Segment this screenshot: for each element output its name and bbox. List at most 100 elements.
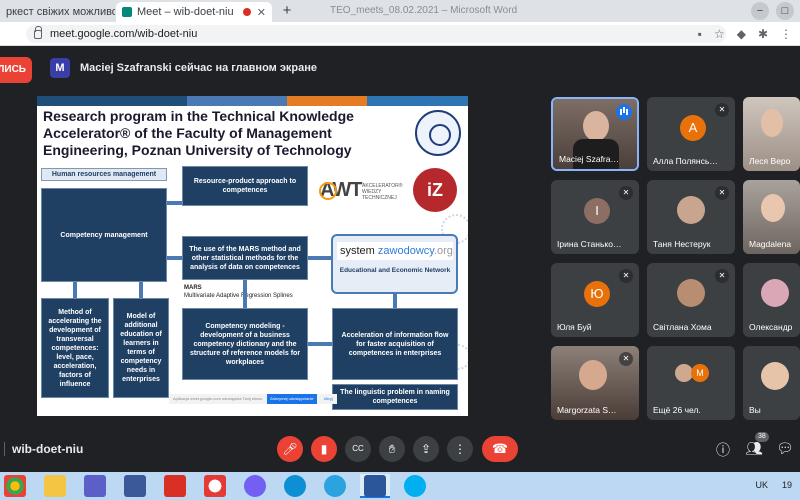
telegram-app-icon[interactable] bbox=[324, 475, 346, 497]
participant-face bbox=[761, 109, 783, 137]
browser-tab-inactive[interactable]: ркест свіжих можливостей ✕ bbox=[0, 2, 115, 22]
mic-muted-icon: ✕ bbox=[619, 352, 633, 366]
extensions-puzzle-icon[interactable]: ✱ bbox=[758, 27, 768, 41]
participant-photo bbox=[761, 362, 789, 390]
more-options-button[interactable]: ⋮ bbox=[447, 436, 473, 462]
participant-tile[interactable]: Ю ✕ Юля Буй bbox=[551, 263, 639, 337]
browser-tab-active[interactable]: Meet – wib-doet-niu ✕ bbox=[116, 2, 272, 22]
meet-favicon-icon bbox=[122, 7, 132, 17]
leave-call-button[interactable]: ☎︎ bbox=[482, 436, 518, 462]
menu-icon[interactable]: ⋮ bbox=[780, 27, 792, 41]
extension-icon[interactable]: ◆ bbox=[737, 27, 746, 41]
new-tab-button[interactable]: + bbox=[278, 3, 296, 21]
participant-tile[interactable]: Magdalena bbox=[743, 180, 800, 254]
participant-avatar: A bbox=[680, 115, 706, 141]
close-tab-icon[interactable]: ✕ bbox=[257, 6, 266, 19]
screen-share-notice: Aplikacja meet.google.com udostępnia Twó… bbox=[169, 394, 337, 404]
url-field[interactable]: meet.google.com/wib-doet-niu bbox=[26, 25, 726, 43]
participant-tile[interactable]: І ✕ Ірина Станько… bbox=[551, 180, 639, 254]
meeting-controls-bar: wib-doet-niu 🎤︎ ▮ CC ✋︎ ⇪ ⋮ ☎︎ ⓘ 👥︎ 38 💬… bbox=[0, 430, 800, 470]
sys-logo-b: zawodowcy bbox=[377, 245, 434, 257]
sys-logo-a: system bbox=[340, 245, 378, 257]
opera-app-icon[interactable] bbox=[204, 475, 226, 497]
minimize-button[interactable]: − bbox=[751, 2, 769, 20]
file-explorer-icon[interactable] bbox=[44, 475, 66, 497]
acrobat-app-icon[interactable] bbox=[164, 475, 186, 497]
mic-muted-icon: ✕ bbox=[715, 269, 729, 283]
presenting-banner: ЛИСЬ M Maciej Szafranski сейчас на главн… bbox=[0, 46, 800, 94]
address-bar-actions: ▪ ☆ ◆ ✱ ⋮ bbox=[698, 27, 792, 41]
box-linguistic-problem: The linguistic problem in naming compete… bbox=[332, 384, 458, 410]
arrow-connector bbox=[308, 342, 332, 346]
participant-name: Юля Буй bbox=[557, 322, 592, 332]
participant-tile[interactable]: Maciej Szafra… bbox=[551, 97, 639, 171]
slide-title: Research program in the Technical Knowle… bbox=[43, 108, 354, 158]
word-app-icon[interactable] bbox=[364, 475, 386, 497]
participant-face bbox=[761, 194, 785, 222]
camera-toggle-button[interactable]: ▮ bbox=[311, 436, 337, 462]
clock[interactable]: 19 bbox=[782, 480, 792, 490]
box-competency-management: Competency management bbox=[41, 188, 167, 282]
save-app-icon[interactable] bbox=[124, 475, 146, 497]
presenter-avatar: M bbox=[50, 58, 70, 78]
mail-app-icon[interactable] bbox=[84, 475, 106, 497]
system-zawodowcy-box: system zawodowcy.org Educational and Eco… bbox=[331, 234, 458, 294]
raise-hand-button[interactable]: ✋︎ bbox=[379, 436, 405, 462]
captions-button[interactable]: CC bbox=[345, 436, 371, 462]
info-icon[interactable]: ⓘ bbox=[716, 440, 730, 460]
stop-presenting-button[interactable]: ЛИСЬ bbox=[0, 57, 32, 83]
language-indicator[interactable]: UK bbox=[755, 480, 768, 490]
mars-label: MARS bbox=[184, 285, 202, 291]
iz-logo: iZ bbox=[413, 168, 457, 212]
arrow-connector bbox=[167, 256, 182, 260]
awt-logo: AWT AKCELERATOR® WIEDZY TECHNICZNEJ bbox=[318, 179, 405, 207]
awt-mark: AWT bbox=[318, 179, 362, 201]
camera-icon[interactable]: ▪ bbox=[698, 27, 702, 41]
slide-color-bar bbox=[37, 96, 468, 106]
tab-label: Meet – wib-doet-niu bbox=[137, 6, 234, 18]
participant-tile[interactable]: ✕ Таня Нестерук bbox=[647, 180, 735, 254]
participant-tile[interactable]: A ✕ Алла Полянсь… bbox=[647, 97, 735, 171]
system-tray: UK 19 bbox=[755, 480, 792, 490]
participant-name: Леся Веро bbox=[749, 156, 791, 166]
address-bar: meet.google.com/wib-doet-niu ▪ ☆ ◆ ✱ ⋮ bbox=[0, 22, 800, 46]
box-human-resources: Human resources management bbox=[41, 168, 167, 181]
stop-sharing-button[interactable]: Zatrzymaj udostępnianie bbox=[266, 394, 317, 404]
mic-muted-icon: ✕ bbox=[619, 186, 633, 200]
tab-label: ркест свіжих можливостей bbox=[6, 6, 115, 18]
hide-notice-button[interactable]: Ukryj bbox=[321, 394, 336, 404]
participant-tile[interactable]: ✕ Margorzata S… bbox=[551, 346, 639, 420]
viber-app-icon[interactable] bbox=[244, 475, 266, 497]
present-screen-button[interactable]: ⇪ bbox=[413, 436, 439, 462]
box-resource-product: Resource-product approach to competences bbox=[182, 166, 308, 206]
participant-tile[interactable]: Олександр bbox=[743, 263, 800, 337]
participant-name: Олександр bbox=[749, 322, 793, 332]
bookmark-star-icon[interactable]: ☆ bbox=[714, 27, 725, 41]
mars-caption: MARS Multivariate Adaptive Regression Sp… bbox=[184, 284, 293, 300]
participant-face bbox=[579, 360, 607, 390]
browser-tab-strip: ркест свіжих можливостей ✕ Meet – wib-do… bbox=[0, 0, 800, 22]
participant-name: Алла Полянсь… bbox=[653, 156, 718, 166]
chrome-app-icon[interactable] bbox=[4, 475, 26, 497]
participant-tile[interactable]: Леся Веро bbox=[743, 97, 800, 171]
skype-app-icon[interactable] bbox=[404, 475, 426, 497]
mic-toggle-button[interactable]: 🎤︎ bbox=[277, 436, 303, 462]
self-tile[interactable]: Вы bbox=[743, 346, 800, 420]
arrow-connector bbox=[139, 282, 143, 298]
participant-name: Ірина Станько… bbox=[557, 239, 622, 249]
more-participants-tile[interactable]: M Ещё 26 чел. bbox=[647, 346, 735, 420]
participant-avatar: M bbox=[691, 364, 709, 382]
mars-full: Multivariate Adaptive Regression Splines bbox=[184, 293, 293, 299]
participant-tile[interactable]: ✕ Світлана Хома bbox=[647, 263, 735, 337]
edge-app-icon[interactable] bbox=[284, 475, 306, 497]
arrow-connector bbox=[243, 280, 247, 308]
participant-photo bbox=[677, 196, 705, 224]
arrow-connector bbox=[167, 201, 182, 205]
participant-name: Таня Нестерук bbox=[653, 239, 711, 249]
people-icon[interactable]: 👥︎ bbox=[745, 440, 763, 457]
chat-icon[interactable]: 💬︎ bbox=[776, 440, 794, 457]
maximize-button[interactable]: □ bbox=[776, 2, 794, 20]
participant-name: Margorzata S… bbox=[557, 405, 617, 415]
box-competency-modeling: Competency modeling - development of a b… bbox=[182, 308, 308, 380]
box-model-education: Model of additional education of learner… bbox=[113, 298, 169, 398]
